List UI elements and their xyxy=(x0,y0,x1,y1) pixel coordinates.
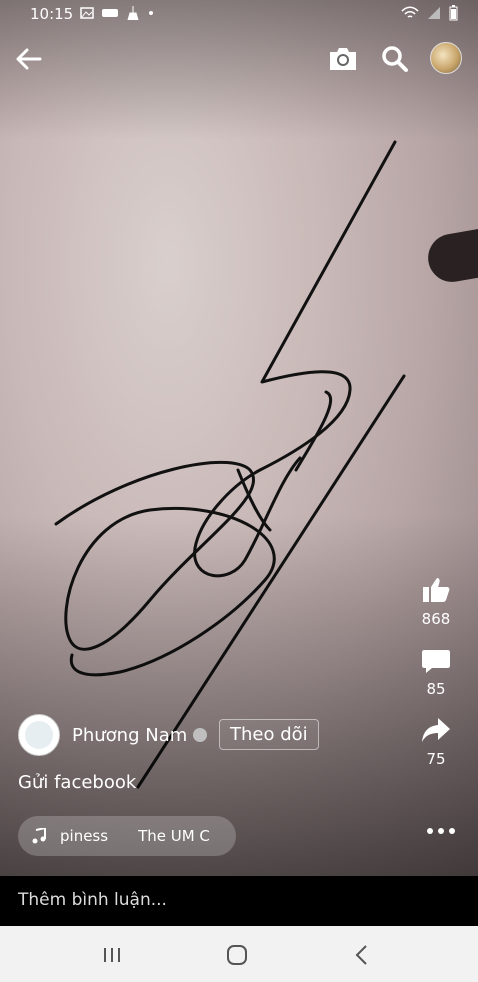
share-action[interactable]: 75 xyxy=(420,714,452,768)
music-note-icon xyxy=(32,828,46,844)
like-count: 868 xyxy=(421,610,451,628)
comment-action[interactable]: 85 xyxy=(420,644,452,698)
status-bar: 10:15 xyxy=(0,0,478,30)
thumbs-up-icon[interactable] xyxy=(420,574,452,606)
author-name[interactable]: Phương Nam xyxy=(72,725,187,746)
home-button-icon[interactable] xyxy=(222,940,252,970)
music-ticker[interactable]: piness The UM C xyxy=(18,816,236,856)
author-avatar[interactable] xyxy=(18,714,60,756)
verified-badge-icon xyxy=(193,728,208,742)
follow-button[interactable]: Theo dõi xyxy=(219,719,319,750)
back-nav-icon[interactable] xyxy=(347,940,377,970)
comment-bar[interactable]: Thêm bình luận... xyxy=(0,876,478,926)
back-arrow-icon[interactable] xyxy=(12,42,46,76)
search-icon[interactable] xyxy=(378,42,412,76)
dot-icon xyxy=(149,11,153,15)
action-sidebar: 868 85 75 xyxy=(416,574,456,784)
more-options-icon[interactable] xyxy=(427,828,455,834)
share-arrow-icon[interactable] xyxy=(420,714,452,746)
battery-icon xyxy=(449,5,458,21)
comment-count: 85 xyxy=(426,680,446,698)
recent-apps-icon[interactable] xyxy=(97,940,127,970)
profile-avatar[interactable] xyxy=(430,42,462,74)
status-right-icons xyxy=(401,5,458,21)
image-icon xyxy=(80,7,94,19)
post-caption: Gửi facebook xyxy=(18,772,137,793)
like-action[interactable]: 868 xyxy=(420,574,452,628)
system-nav-bar xyxy=(0,926,478,982)
signal-icon xyxy=(428,7,440,19)
share-count: 75 xyxy=(426,750,446,768)
broom-icon xyxy=(127,6,139,20)
author-info[interactable]: Phương Nam xyxy=(18,714,208,756)
status-left-icons xyxy=(80,6,154,20)
comment-input[interactable]: Thêm bình luận... xyxy=(18,890,167,910)
status-time: 10:15 xyxy=(30,5,74,23)
hd-icon xyxy=(102,9,118,17)
music-track-left: piness xyxy=(60,827,109,845)
comment-bubble-icon[interactable] xyxy=(420,644,452,676)
wifi-icon xyxy=(401,6,419,18)
camera-icon[interactable] xyxy=(326,42,360,76)
music-track-right: The UM C xyxy=(138,827,210,845)
